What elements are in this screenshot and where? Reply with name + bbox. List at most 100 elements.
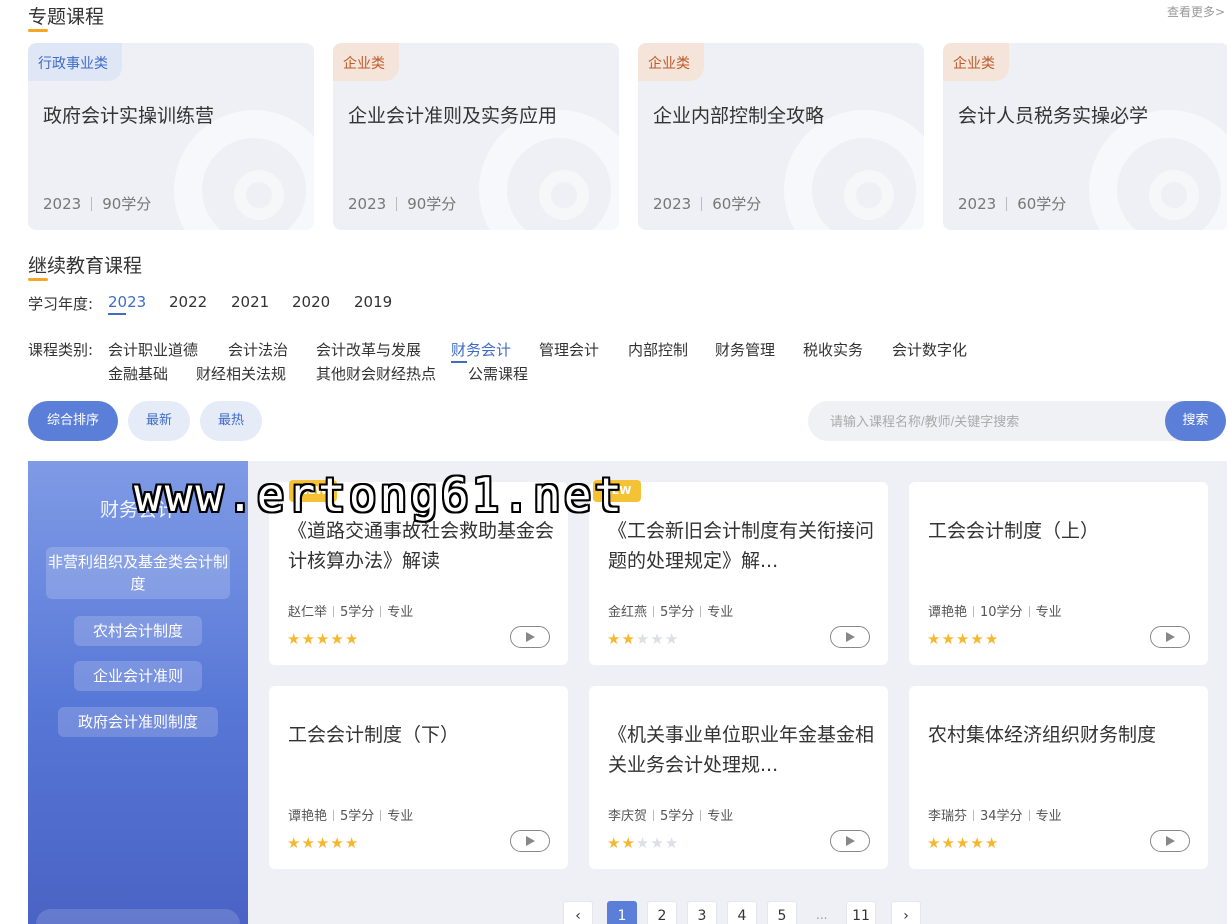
play-icon[interactable] — [830, 626, 870, 648]
special-courses-title: 专题课程 — [28, 2, 104, 32]
star-icon: ★ — [301, 834, 316, 852]
course-title: 《工会新旧会计制度有关衔接问题的处理规定》解... — [608, 520, 875, 572]
sidebar: 财务会计 非营利组织及基金类会计制度 农村会计制度 企业会计准则 政府会计准则制… — [28, 461, 248, 924]
year-filter-label: 学习年度: — [28, 295, 94, 313]
topic-card[interactable]: 行政事业类 政府会计实操训练营 2023 90学分 — [28, 43, 314, 230]
year-option-2019[interactable]: 2019 — [354, 293, 392, 311]
category-option[interactable]: 管理会计 — [539, 339, 599, 360]
page-ellipsis: ... — [816, 908, 828, 922]
category-option[interactable]: 财经相关法规 — [196, 363, 286, 384]
category-option[interactable]: 其他财会财经热点 — [316, 363, 436, 384]
category-option[interactable]: 会计法治 — [228, 339, 288, 360]
rating-stars: ★★★★★ — [607, 630, 679, 648]
topic-meta: 2023 90学分 — [348, 193, 456, 214]
course-card[interactable]: NEW 《工会新旧会计制度有关衔接问题的处理规定》解... 金红燕 5学分 专业 ★… — [589, 480, 888, 665]
course-teacher: 赵仁举 — [288, 605, 328, 620]
year-option-2021[interactable]: 2021 — [231, 293, 269, 311]
continuing-courses-title: 继续教育课程 — [28, 251, 142, 281]
year-option-2022[interactable]: 2022 — [169, 293, 207, 311]
title-underline — [28, 278, 48, 281]
page-button-11[interactable]: 11 — [846, 901, 876, 924]
divider — [653, 606, 655, 617]
category-option[interactable]: 金融基础 — [108, 363, 168, 384]
play-icon[interactable] — [510, 626, 550, 648]
course-teacher: 谭艳艳 — [288, 809, 328, 824]
star-icon: ★ — [664, 834, 680, 852]
search-button[interactable]: 搜索 — [1165, 401, 1226, 441]
star-icon: ★ — [621, 834, 636, 852]
card-decoration — [539, 170, 589, 220]
topic-card[interactable]: 企业类 企业会计准则及实务应用 2023 90学分 — [333, 43, 619, 230]
category-filter-label: 课程类别: — [28, 341, 94, 359]
category-option[interactable]: 公需课程 — [468, 363, 528, 384]
course-card[interactable]: 农村集体经济组织财务制度 李瑞芬 34学分 专业 ★★★★★ — [909, 686, 1208, 869]
course-credits: 5学分 — [340, 605, 375, 620]
rating-stars: ★★★★★ — [607, 834, 679, 852]
sidebar-item-enterprise[interactable]: 企业会计准则 — [74, 661, 202, 691]
search-bar: 搜索 — [808, 401, 1226, 441]
sidebar-item-rural[interactable]: 农村会计制度 — [74, 616, 202, 646]
star-icon: ★ — [635, 630, 651, 648]
topic-tag: 企业类 — [638, 43, 704, 81]
topic-year: 2023 — [958, 195, 997, 213]
page-button-3[interactable]: 3 — [687, 901, 717, 924]
sort-comprehensive-button[interactable]: 综合排序 — [28, 401, 118, 441]
play-icon[interactable] — [510, 830, 550, 852]
course-card[interactable]: 《机关事业单位职业年金基金相关业务会计处理规... 李庆贺 5学分 专业 ★★★★★ — [589, 686, 888, 869]
divider — [380, 606, 382, 617]
course-type: 专业 — [707, 809, 734, 824]
search-input[interactable] — [830, 401, 1160, 441]
star-icon: ★ — [330, 630, 345, 648]
sort-newest-button[interactable]: 最新 — [128, 401, 190, 441]
course-meta: 赵仁举 5学分 专业 — [288, 601, 413, 620]
prev-page-button[interactable]: ‹ — [563, 901, 593, 924]
divider — [333, 810, 335, 821]
category-option[interactable]: 税收实务 — [803, 339, 863, 360]
card-decoration — [844, 170, 894, 220]
topic-credits: 90学分 — [102, 195, 152, 213]
category-option[interactable]: 会计改革与发展 — [316, 339, 421, 360]
divider — [700, 810, 702, 821]
topic-name: 会计人员税务实操必学 — [958, 105, 1149, 127]
sort-hottest-button[interactable]: 最热 — [200, 401, 262, 441]
course-card[interactable]: 工会会计制度（上） 谭艳艳 10学分 专业 ★★★★★ — [909, 482, 1208, 665]
next-page-button[interactable]: › — [891, 901, 921, 924]
play-icon[interactable] — [1150, 830, 1190, 852]
course-teacher: 金红燕 — [608, 605, 648, 620]
play-icon[interactable] — [1150, 626, 1190, 648]
topic-year: 2023 — [653, 195, 692, 213]
category-option-active[interactable]: 财务会计 — [451, 339, 511, 363]
course-credits: 5学分 — [340, 809, 375, 824]
view-more-link[interactable]: 查看更多> — [1167, 3, 1225, 20]
category-option[interactable]: 会计职业道德 — [108, 339, 198, 360]
sidebar-item-government[interactable]: 政府会计准则制度 — [58, 707, 218, 737]
category-option[interactable]: 会计数字化 — [892, 339, 967, 360]
page-button-2[interactable]: 2 — [647, 901, 677, 924]
course-title: 农村集体经济组织财务制度 — [928, 724, 1157, 746]
divider — [91, 197, 93, 211]
topic-card[interactable]: 企业类 企业内部控制全攻略 2023 60学分 — [638, 43, 924, 230]
page-button-1[interactable]: 1 — [607, 901, 637, 924]
topic-credits: 90学分 — [407, 195, 457, 213]
topic-name: 政府会计实操训练营 — [43, 105, 215, 127]
year-option-2023[interactable]: 2023 — [108, 293, 146, 315]
page-button-4[interactable]: 4 — [727, 901, 757, 924]
course-teacher: 谭艳艳 — [928, 605, 968, 620]
course-type: 专业 — [1035, 605, 1062, 620]
course-card[interactable]: 工会会计制度（下） 谭艳艳 5学分 专业 ★★★★★ — [269, 686, 568, 869]
topic-credits: 60学分 — [712, 195, 762, 213]
course-type: 专业 — [387, 809, 414, 824]
divider — [333, 606, 335, 617]
star-icon: ★ — [955, 630, 971, 648]
category-option[interactable]: 财务管理 — [715, 339, 775, 360]
course-credits: 5学分 — [660, 809, 695, 824]
topic-card[interactable]: 企业类 会计人员税务实操必学 2023 60学分 — [943, 43, 1227, 230]
year-option-2020[interactable]: 2020 — [292, 293, 330, 311]
page-button-5[interactable]: 5 — [767, 901, 797, 924]
category-option[interactable]: 内部控制 — [628, 339, 688, 360]
topic-name: 企业会计准则及实务应用 — [348, 105, 558, 127]
star-icon: ★ — [635, 834, 651, 852]
sidebar-item-nonprofit[interactable]: 非营利组织及基金类会计制度 — [46, 547, 230, 599]
topic-meta: 2023 60学分 — [958, 193, 1066, 214]
play-icon[interactable] — [830, 830, 870, 852]
